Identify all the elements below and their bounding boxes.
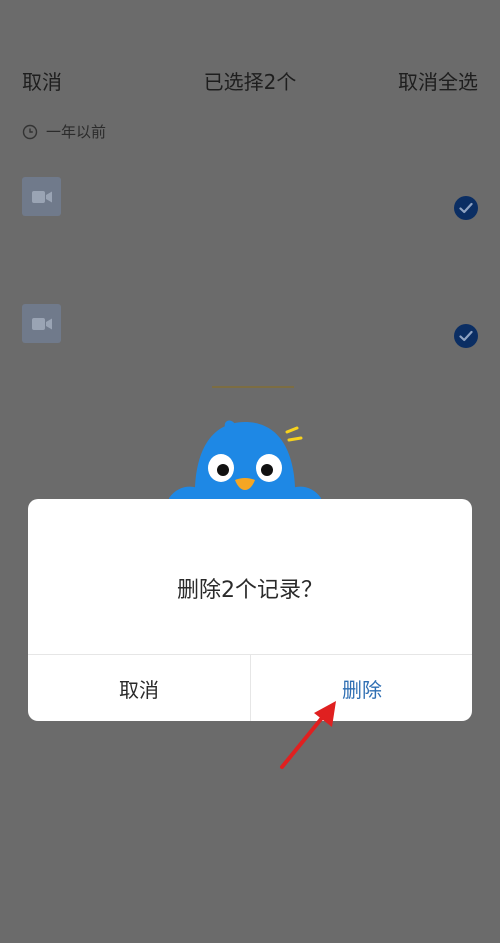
video-thumbnail[interactable]	[22, 177, 61, 216]
top-bar: 取消 已选择2个 取消全选	[0, 60, 500, 100]
dialog-message: 删除2个记录？	[177, 578, 323, 603]
clock-icon	[22, 124, 38, 139]
check-icon	[459, 202, 473, 214]
video-camera-icon	[31, 190, 52, 203]
selected-checkmark[interactable]	[454, 196, 478, 220]
section-label: 一年以前	[46, 123, 107, 141]
video-camera-icon	[31, 317, 52, 330]
video-thumbnail[interactable]	[22, 304, 61, 343]
dialog-cancel-button[interactable]: 取消	[28, 655, 250, 721]
delete-confirm-dialog: 删除2个记录？ 取消 删除	[28, 499, 472, 721]
deselect-all-button[interactable]: 取消全选	[398, 66, 478, 95]
section-header: 一年以前	[22, 121, 106, 142]
screen: 取消 已选择2个 取消全选 一年以前 删除2个记录？ 取消 删除	[0, 0, 500, 943]
divider	[212, 386, 294, 388]
annotation-arrow-icon	[280, 701, 336, 769]
selected-checkmark[interactable]	[454, 324, 478, 348]
check-icon	[459, 330, 473, 342]
